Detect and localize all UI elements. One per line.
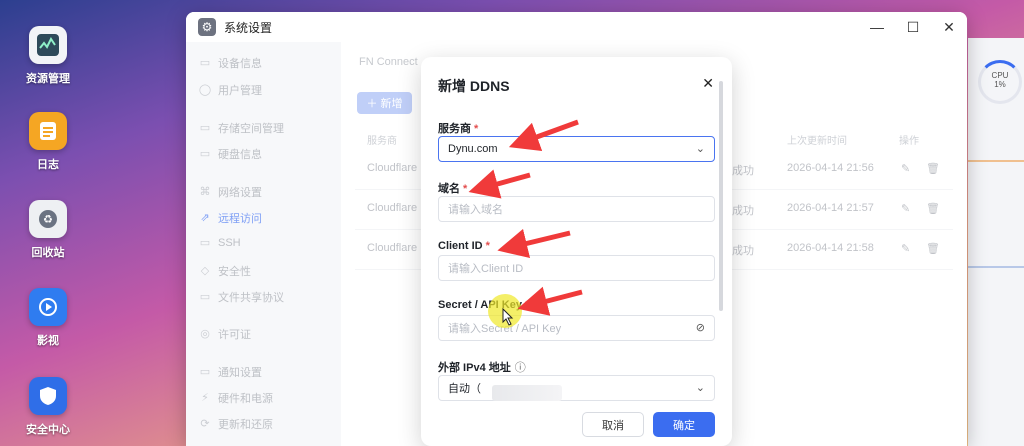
desktop-icon-label: 安全中心 <box>26 424 70 436</box>
domain-placeholder: 请输入域名 <box>448 204 503 216</box>
domain-label: 域名 * <box>438 183 468 195</box>
dialog-scrollbar[interactable] <box>719 81 723 311</box>
cpu-gauge: CPU 1% <box>978 60 1022 104</box>
close-icon[interactable]: ✕ <box>702 75 714 92</box>
chevron-down-icon: ⌄ <box>695 382 705 394</box>
client-id-input[interactable]: 请输入Client ID <box>438 255 715 281</box>
desktop-icons: 资源管理 日志 ♻ 回收站 影视 安全中心 <box>0 0 110 446</box>
client-id-placeholder: 请输入Client ID <box>448 263 524 275</box>
gear-icon: ⚙ <box>198 18 216 36</box>
domain-input[interactable]: 请输入域名 <box>438 196 715 222</box>
ipv4-label: 外部 IPv4 地址 ⓘ <box>438 362 526 374</box>
cancel-button[interactable]: 取消 <box>582 412 644 437</box>
video-icon <box>29 288 67 326</box>
cursor-highlight <box>488 294 522 328</box>
desktop-icon-label: 回收站 <box>31 247 65 259</box>
cpu-label: CPU <box>991 71 1009 80</box>
desktop-icon-label: 日志 <box>37 159 59 171</box>
widget-divider <box>968 160 1024 162</box>
ipv4-select-value: 自动（ <box>448 383 481 395</box>
log-icon <box>29 112 67 150</box>
client-id-label: Client ID * <box>438 240 490 252</box>
chevron-down-icon: ⌄ <box>695 143 705 155</box>
resource-monitor-icon <box>29 26 67 64</box>
provider-select[interactable]: Dynu.com ⌄ <box>438 136 715 162</box>
ipv4-select[interactable]: 自动（ ⌄ <box>438 375 715 401</box>
desktop-icon-recycle-bin[interactable]: ♻ 回收站 <box>22 200 74 260</box>
cpu-value: 1% <box>994 80 1006 89</box>
minimize-button[interactable]: — <box>859 12 895 42</box>
provider-label: 服务商 * <box>438 123 479 135</box>
add-ddns-dialog: 新增 DDNS ✕ 服务商 * Dynu.com ⌄ 域名 * 请输入域名 Clie… <box>421 57 732 446</box>
desktop-icon-label: 资源管理 <box>26 73 70 85</box>
window-title: 系统设置 <box>224 20 273 35</box>
info-icon[interactable]: ⓘ <box>515 362 526 374</box>
dialog-title: 新增 DDNS <box>438 78 510 94</box>
recycle-bin-icon: ♻ <box>29 200 67 238</box>
desktop-icon-label: 影视 <box>37 335 59 347</box>
provider-select-value: Dynu.com <box>448 143 498 155</box>
desktop-icon-resource-monitor[interactable]: 资源管理 <box>22 26 74 86</box>
secret-input[interactable]: 请输入Secret / API Key ⊘ <box>438 315 715 341</box>
maximize-button[interactable]: ☐ <box>895 12 931 42</box>
confirm-button[interactable]: 确定 <box>653 412 715 437</box>
eye-off-icon[interactable]: ⊘ <box>696 321 705 334</box>
close-button[interactable]: ✕ <box>931 12 967 42</box>
security-center-icon <box>29 377 67 415</box>
title-bar[interactable]: ⚙ 系统设置 — ☐ ✕ <box>186 12 967 42</box>
desktop-icon-security-center[interactable]: 安全中心 <box>22 377 74 437</box>
svg-text:♻: ♻ <box>43 214 53 226</box>
desktop-icon-video[interactable]: 影视 <box>22 288 74 348</box>
desktop-icon-log[interactable]: 日志 <box>22 112 74 172</box>
system-widget: CPU 1% <box>968 38 1024 446</box>
widget-divider <box>968 266 1024 268</box>
blurred-ip <box>492 385 562 401</box>
